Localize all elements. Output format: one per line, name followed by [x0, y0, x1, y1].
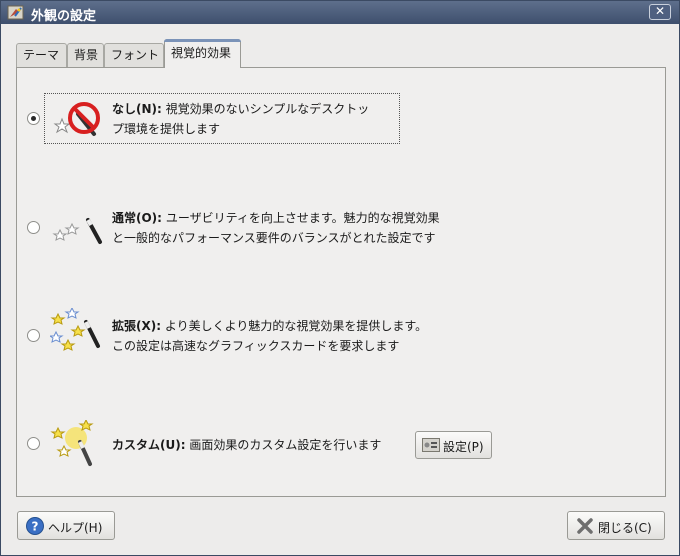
appearance-app-icon [7, 5, 24, 20]
window-close-button[interactable]: ✕ [649, 4, 671, 20]
tab-visual-effects-label: 視覚的効果 [171, 46, 232, 60]
radio-normal[interactable] [27, 221, 40, 234]
option-none-text2: プ環境を提供します [112, 122, 221, 136]
no-effects-icon [53, 102, 100, 136]
option-custom-text1: 画面効果のカスタム設定を行います [189, 438, 382, 452]
radio-none[interactable] [27, 112, 40, 125]
option-none-line1: なし(N): 視覚効果のないシンプルなデスクトッ [112, 99, 369, 119]
preferences-icon [422, 438, 440, 452]
option-normal-title: 通常(O): [112, 211, 162, 225]
option-custom-line1: カスタム(U): 画面効果のカスタム設定を行います [112, 435, 381, 455]
custom-effects-icon [50, 420, 94, 466]
tab-background[interactable]: 背景 [67, 43, 104, 67]
option-custom[interactable]: カスタム(U): 画面効果のカスタム設定を行います 設定(P) [17, 386, 665, 496]
option-extra-text1: より美しくより魅力的な視覚効果を提供します。 [164, 319, 428, 333]
radio-custom[interactable] [27, 437, 40, 450]
option-normal-description: 通常(O): ユーザビリティを向上させます。魅力的な視覚効果 と一般的なパフォー… [112, 208, 440, 248]
option-none-text1: 視覚効果のないシンプルなデスクトッ [165, 102, 370, 116]
title-bar[interactable]: 外観の設定 ✕ [1, 1, 679, 24]
option-extra-title: 拡張(X): [112, 319, 162, 333]
appearance-preferences-window: 外観の設定 ✕ テーマ 背景 フォント 視覚的効果 なし(N): 視覚効果のない… [0, 0, 680, 556]
tab-fonts-label: フォント [111, 48, 160, 62]
extra-effects-icon [50, 308, 100, 351]
option-extra[interactable]: 拡張(X): より美しくより魅力的な視覚効果を提供します。 この設定は高速なグラ… [17, 276, 665, 386]
option-extra-text2: この設定は高速なグラフィックスカードを要求します [112, 339, 400, 353]
close-icon [577, 518, 593, 534]
svg-text:?: ? [32, 520, 39, 534]
option-none-title: なし(N): [112, 102, 162, 116]
help-icon: ? [26, 517, 44, 535]
window-title: 外観の設定 [31, 9, 97, 24]
visual-effects-panel: なし(N): 視覚効果のないシンプルなデスクトッ プ環境を提供します 通常(O)… [16, 67, 666, 497]
tab-visual-effects[interactable]: 視覚的効果 [164, 39, 241, 68]
option-normal-text1: ユーザビリティを向上させます。魅力的な視覚効果 [165, 211, 440, 225]
option-none[interactable]: なし(N): 視覚効果のないシンプルなデスクトッ プ環境を提供します [17, 68, 665, 168]
radio-extra[interactable] [27, 329, 40, 342]
option-custom-title: カスタム(U): [112, 438, 186, 452]
option-normal-line1: 通常(O): ユーザビリティを向上させます。魅力的な視覚効果 [112, 208, 440, 228]
option-normal[interactable]: 通常(O): ユーザビリティを向上させます。魅力的な視覚効果 と一般的なパフォー… [17, 168, 665, 276]
option-custom-description: カスタム(U): 画面効果のカスタム設定を行います [112, 435, 381, 455]
option-normal-text2: と一般的なパフォーマンス要件のバランスがとれた設定です [112, 231, 436, 245]
tab-theme[interactable]: テーマ [16, 43, 67, 67]
close-button[interactable]: 閉じる(C) [567, 511, 665, 540]
option-none-description: なし(N): 視覚効果のないシンプルなデスクトッ プ環境を提供します [112, 99, 369, 139]
option-extra-line1: 拡張(X): より美しくより魅力的な視覚効果を提供します。 [112, 316, 427, 336]
normal-effects-icon [52, 218, 102, 244]
help-button[interactable]: ? ヘルプ(H) [17, 511, 115, 540]
help-label: ヘルプ(H) [48, 521, 103, 535]
custom-settings-button[interactable]: 設定(P) [415, 431, 492, 459]
tab-background-label: 背景 [74, 48, 99, 62]
tab-theme-label: テーマ [23, 48, 60, 62]
custom-settings-label: 設定(P) [443, 440, 484, 454]
close-label: 閉じる(C) [598, 521, 652, 535]
tab-fonts[interactable]: フォント [104, 43, 164, 67]
option-extra-description: 拡張(X): より美しくより魅力的な視覚効果を提供します。 この設定は高速なグラ… [112, 316, 427, 356]
